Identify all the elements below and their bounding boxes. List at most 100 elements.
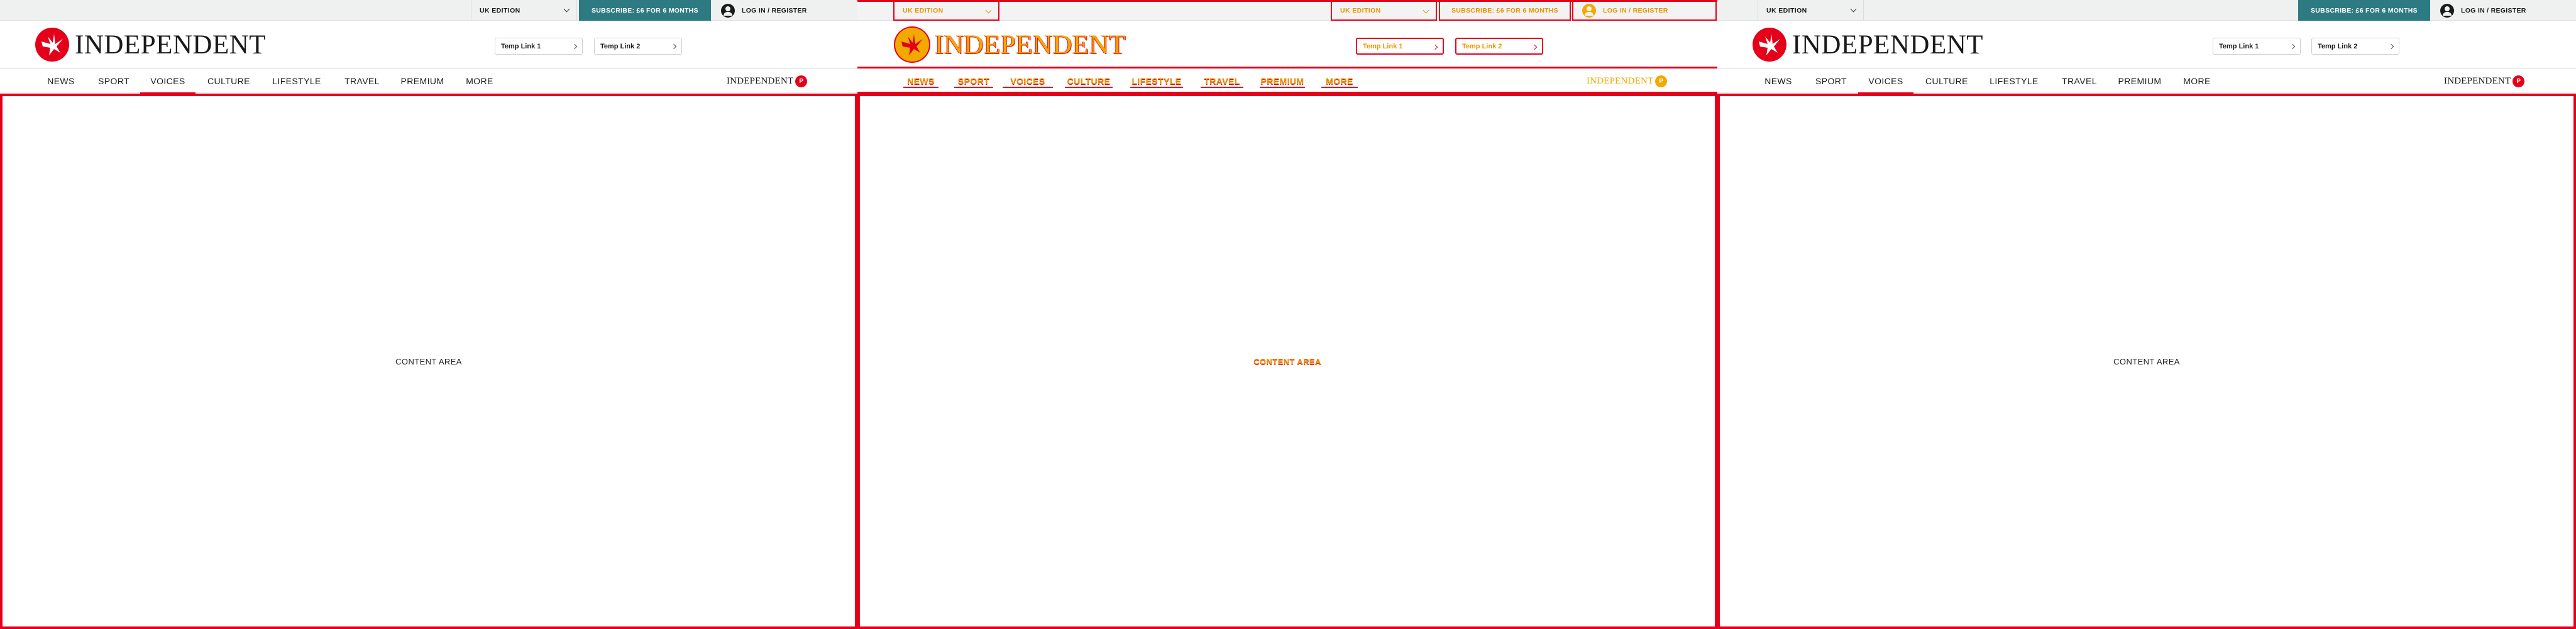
masthead: INDEPENDENT Temp Link 1 Temp Link 2 bbox=[0, 21, 857, 68]
nav-voices[interactable]: VOICES bbox=[1858, 68, 1913, 95]
temp-link-2[interactable]: Temp Link 2 bbox=[594, 38, 682, 55]
nav-lifestyle[interactable]: LIFESTYLE bbox=[268, 68, 326, 94]
edition-select[interactable]: UK EDITION bbox=[471, 0, 577, 21]
login-register-link[interactable]: LOG IN / REGISTER bbox=[2431, 0, 2545, 21]
nav-news-label: NEWS bbox=[907, 76, 935, 86]
nav-news[interactable]: NEWS bbox=[901, 68, 941, 94]
edition-label: UK EDITION bbox=[480, 6, 520, 14]
nav-culture[interactable]: CULTURE bbox=[202, 68, 255, 94]
nav-voices[interactable]: VOICES bbox=[1000, 68, 1055, 95]
nav-sport[interactable]: SPORT bbox=[952, 68, 996, 94]
nav-voices[interactable]: VOICES bbox=[140, 68, 195, 95]
login-label: LOG IN / REGISTER bbox=[742, 6, 807, 14]
chevron-down-icon bbox=[563, 6, 570, 13]
temp-link-1[interactable]: Temp Link 1 bbox=[495, 38, 583, 55]
temp-link-label: Temp Link 2 bbox=[1462, 42, 1502, 50]
temp-link-2[interactable]: Temp Link 2 bbox=[1455, 38, 1543, 55]
premium-logo-text: INDEPENDENT bbox=[727, 75, 794, 86]
nav-premium-label: PREMIUM bbox=[1260, 76, 1304, 86]
nav-news[interactable]: NEWS bbox=[41, 68, 81, 94]
login-label: LOG IN / REGISTER bbox=[1603, 6, 1668, 14]
nav-sport[interactable]: SPORT bbox=[92, 68, 136, 94]
premium-logo[interactable]: INDEPENDENT P bbox=[727, 75, 808, 87]
edition-select[interactable]: UK EDITION bbox=[893, 0, 999, 21]
subscribe-button[interactable]: SUBSCRIBE: £6 FOR 6 MONTHS bbox=[1439, 0, 1571, 21]
subscribe-button[interactable]: SUBSCRIBE: £6 FOR 6 MONTHS bbox=[2298, 0, 2430, 21]
temp-link-1[interactable]: Temp Link 1 bbox=[2213, 38, 2301, 55]
nav-culture[interactable]: CULTURE bbox=[1062, 68, 1115, 94]
site-logo[interactable]: INDEPENDENT bbox=[35, 27, 266, 62]
masthead: INDEPENDENT Temp Link 1 Temp Link 2 bbox=[857, 21, 1717, 68]
content-area: CONTENT AREA bbox=[857, 94, 1717, 629]
logo-wordmark: INDEPENDENT bbox=[1792, 30, 1984, 60]
nav-travel[interactable]: TRAVEL bbox=[2056, 68, 2103, 94]
temp-link-2[interactable]: Temp Link 2 bbox=[2311, 38, 2399, 55]
nav-culture[interactable]: CULTURE bbox=[1920, 68, 1973, 94]
nav-underline bbox=[1130, 87, 1183, 88]
nav-sport[interactable]: SPORT bbox=[1809, 68, 1853, 94]
nav-premium[interactable]: PREMIUM bbox=[1257, 68, 1307, 94]
nav-underline bbox=[1065, 87, 1113, 88]
main-nav: NEWS SPORT VOICES CULTURE LIFESTYLE TRAV… bbox=[1717, 68, 2576, 95]
edition-label: UK EDITION bbox=[1340, 6, 1381, 14]
masthead: INDEPENDENT Temp Link 1 Temp Link 2 bbox=[1717, 21, 2576, 68]
chevron-right-icon bbox=[671, 43, 677, 50]
premium-logo-text: INDEPENDENT bbox=[1587, 75, 1654, 86]
nav-premium[interactable]: PREMIUM bbox=[397, 68, 448, 94]
temp-link-label: Temp Link 1 bbox=[1363, 42, 1403, 50]
subscribe-button[interactable]: SUBSCRIBE: £6 FOR 6 MONTHS bbox=[579, 0, 711, 21]
temp-link-label: Temp Link 2 bbox=[600, 42, 641, 50]
nav-travel[interactable]: TRAVEL bbox=[1198, 68, 1246, 94]
nav-more[interactable]: MORE bbox=[1319, 68, 1360, 94]
page-panel-right: UK EDITION SUBSCRIBE: £6 FOR 6 MONTHS LO… bbox=[1717, 0, 2576, 629]
temp-link-1[interactable]: Temp Link 1 bbox=[1356, 38, 1444, 55]
nav-underline bbox=[1260, 87, 1305, 88]
site-logo[interactable]: INDEPENDENT bbox=[1753, 27, 1983, 62]
temp-link-label: Temp Link 1 bbox=[501, 42, 541, 50]
top-bar: UK EDITION SUBSCRIBE: £6 FOR 6 MONTHS LO… bbox=[0, 0, 857, 21]
nav-travel[interactable]: TRAVEL bbox=[338, 68, 386, 94]
chevron-down-icon bbox=[1850, 6, 1857, 13]
content-area: CONTENT AREA bbox=[0, 94, 857, 629]
premium-badge-icon: P bbox=[795, 75, 808, 87]
nav-lifestyle[interactable]: LIFESTYLE bbox=[1985, 68, 2043, 94]
nav-underline bbox=[1003, 87, 1053, 88]
premium-logo[interactable]: INDEPENDENT P bbox=[2444, 75, 2525, 87]
nav-more[interactable]: MORE bbox=[2176, 68, 2218, 94]
nav-voices-label: VOICES bbox=[1010, 76, 1045, 86]
nav-more-label: MORE bbox=[1326, 76, 1353, 86]
chevron-right-icon bbox=[2388, 43, 2394, 50]
nav-premium[interactable]: PREMIUM bbox=[2115, 68, 2165, 94]
chevron-down-icon bbox=[985, 7, 992, 14]
premium-logo-text: INDEPENDENT bbox=[2444, 75, 2511, 86]
eagle-icon bbox=[1753, 28, 1786, 62]
premium-logo[interactable]: INDEPENDENT P bbox=[1587, 75, 1668, 87]
content-area-label: CONTENT AREA bbox=[1253, 356, 1321, 366]
page-panel-middle: UK EDITION UK EDITION SUBSCRIBE: £6 FOR … bbox=[857, 0, 1717, 629]
user-icon bbox=[721, 3, 735, 18]
edition-select-secondary[interactable]: UK EDITION bbox=[1331, 0, 1437, 21]
top-bar: UK EDITION SUBSCRIBE: £6 FOR 6 MONTHS LO… bbox=[1717, 0, 2576, 21]
nav-lifestyle-label: LIFESTYLE bbox=[1131, 76, 1182, 86]
main-nav: NEWS SPORT VOICES CULTURE LIFESTYLE TRAV… bbox=[0, 68, 857, 95]
premium-badge-icon: P bbox=[1655, 75, 1668, 87]
nav-lifestyle[interactable]: LIFESTYLE bbox=[1128, 68, 1186, 94]
site-logo[interactable]: INDEPENDENT bbox=[895, 27, 1126, 62]
edition-select[interactable]: UK EDITION bbox=[1758, 0, 1864, 21]
logo-wordmark: INDEPENDENT bbox=[935, 30, 1126, 60]
nav-underline bbox=[954, 87, 993, 88]
nav-news[interactable]: NEWS bbox=[1758, 68, 1798, 94]
nav-more[interactable]: MORE bbox=[459, 68, 500, 94]
premium-badge-icon: P bbox=[2513, 75, 2525, 87]
edition-label: UK EDITION bbox=[903, 6, 944, 14]
nav-underline bbox=[1321, 87, 1358, 88]
eagle-icon bbox=[35, 28, 69, 62]
login-register-link[interactable]: LOG IN / REGISTER bbox=[1572, 0, 1717, 21]
nav-sport-label: SPORT bbox=[957, 76, 990, 86]
login-register-link[interactable]: LOG IN / REGISTER bbox=[712, 0, 825, 21]
user-icon bbox=[1582, 3, 1596, 18]
top-bar: UK EDITION UK EDITION SUBSCRIBE: £6 FOR … bbox=[857, 0, 1717, 21]
edition-label: UK EDITION bbox=[1766, 6, 1807, 14]
login-label: LOG IN / REGISTER bbox=[2461, 6, 2526, 14]
eagle-icon bbox=[895, 28, 929, 62]
